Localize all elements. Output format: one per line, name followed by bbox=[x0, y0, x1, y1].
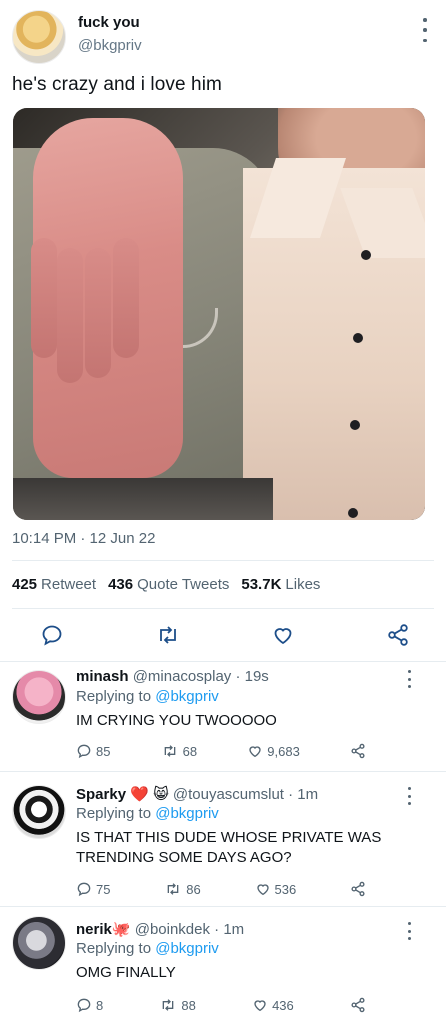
user-handle[interactable]: @bkgpriv bbox=[78, 37, 142, 54]
name-emojis: ❤️ 😸 bbox=[130, 786, 169, 803]
retweet-icon[interactable] bbox=[155, 623, 181, 647]
replying-to: Replying to @bkgpriv bbox=[76, 688, 219, 705]
like-icon[interactable] bbox=[271, 623, 295, 647]
divider bbox=[12, 560, 434, 561]
more-icon[interactable] bbox=[402, 922, 416, 940]
reply-button[interactable]: 75 bbox=[76, 881, 110, 897]
retweets-stat[interactable]: 425 Retweet bbox=[12, 576, 96, 593]
more-icon[interactable] bbox=[418, 18, 432, 42]
avatar[interactable] bbox=[12, 785, 66, 839]
share-icon[interactable] bbox=[350, 881, 366, 897]
reply-action-bar: 85 68 9,683 bbox=[76, 743, 366, 759]
avatar[interactable] bbox=[12, 916, 66, 970]
engagement-stats: 425 Retweet 436 Quote Tweets 53.7K Likes bbox=[12, 576, 320, 593]
likes-stat[interactable]: 53.7K Likes bbox=[241, 576, 320, 593]
like-icon bbox=[249, 746, 261, 758]
quotes-stat[interactable]: 436 Quote Tweets bbox=[108, 576, 229, 593]
retweet-icon bbox=[163, 999, 174, 1011]
divider bbox=[0, 771, 446, 772]
divider bbox=[0, 906, 446, 907]
name-emojis: 🐙 bbox=[111, 921, 131, 938]
like-button[interactable]: 436 bbox=[252, 997, 294, 1013]
reply-icon bbox=[77, 998, 91, 1013]
share-icon[interactable] bbox=[386, 623, 410, 647]
like-button[interactable]: 9,683 bbox=[247, 743, 300, 759]
share-icon[interactable] bbox=[350, 743, 366, 759]
action-bar bbox=[40, 622, 410, 648]
retweet-button[interactable]: 88 bbox=[159, 997, 196, 1013]
reply-text: IS THAT THIS DUDE WHOSE PRIVATE WAS TREN… bbox=[76, 829, 382, 866]
retweet-icon bbox=[167, 883, 179, 895]
retweet-button[interactable]: 68 bbox=[161, 743, 197, 759]
retweet-button[interactable]: 86 bbox=[164, 881, 201, 897]
post-header: fuck you @bkgpriv bbox=[12, 8, 434, 68]
avatar[interactable] bbox=[12, 10, 66, 64]
replying-to: Replying to @bkgpriv bbox=[76, 805, 219, 822]
reply-text: OMG FINALLY bbox=[76, 964, 176, 981]
reply-icon bbox=[77, 744, 91, 759]
like-icon bbox=[256, 884, 269, 896]
avatar[interactable] bbox=[12, 670, 66, 724]
display-name[interactable]: fuck you bbox=[78, 14, 140, 31]
more-icon[interactable] bbox=[402, 787, 416, 805]
reply-name-line[interactable]: nerik🐙 @boinkdek · 1m bbox=[76, 920, 244, 938]
retweet-icon bbox=[164, 745, 175, 757]
mention-link[interactable]: @bkgpriv bbox=[155, 940, 219, 957]
reply-action-bar: 75 86 536 bbox=[76, 881, 366, 897]
reply-text: IM CRYING YOU TWOOOOO bbox=[76, 712, 277, 729]
replying-to: Replying to @bkgpriv bbox=[76, 940, 219, 957]
reply-name-line[interactable]: Sparky ❤️ 😸 @touyascumslut · 1m bbox=[76, 785, 318, 803]
reply-item[interactable]: Sparky ❤️ 😸 @touyascumslut · 1m Replying… bbox=[0, 785, 446, 905]
reply-item[interactable]: minash @minacosplay · 19s Replying to @b… bbox=[0, 668, 446, 768]
reply-button[interactable]: 8 bbox=[76, 997, 103, 1013]
mention-link[interactable]: @bkgpriv bbox=[155, 805, 219, 822]
reply-icon[interactable] bbox=[40, 623, 64, 647]
reply-action-bar: 8 88 436 bbox=[76, 997, 366, 1013]
like-icon bbox=[254, 1000, 266, 1012]
reply-icon bbox=[77, 882, 91, 897]
more-icon[interactable] bbox=[402, 670, 416, 688]
divider bbox=[0, 661, 446, 662]
divider bbox=[12, 608, 434, 609]
reply-item[interactable]: nerik🐙 @boinkdek · 1m Replying to @bkgpr… bbox=[0, 916, 446, 1020]
share-icon[interactable] bbox=[350, 997, 366, 1013]
tweet-photo[interactable] bbox=[13, 108, 425, 520]
mention-link[interactable]: @bkgpriv bbox=[155, 688, 219, 705]
tweet-timestamp[interactable]: 10:14 PM · 12 Jun 22 bbox=[12, 530, 155, 547]
like-button[interactable]: 536 bbox=[255, 881, 296, 897]
reply-button[interactable]: 85 bbox=[76, 743, 110, 759]
tweet-text: he's crazy and i love him bbox=[12, 74, 222, 95]
reply-name-line[interactable]: minash @minacosplay · 19s bbox=[76, 668, 269, 685]
